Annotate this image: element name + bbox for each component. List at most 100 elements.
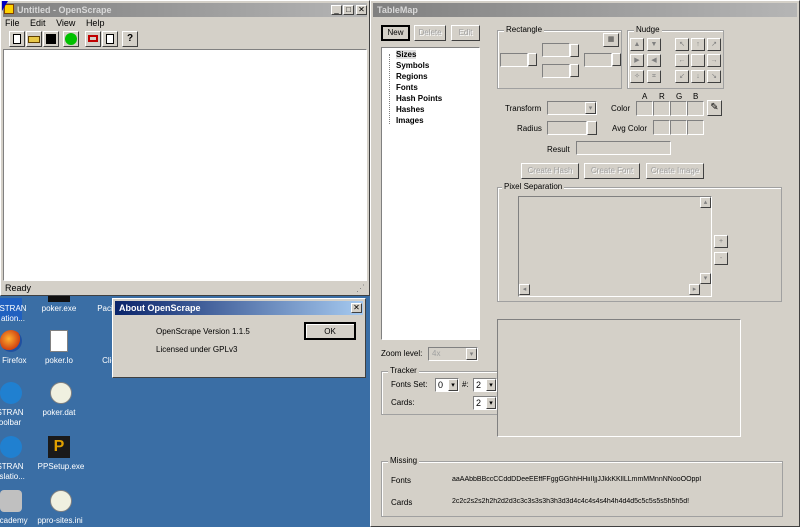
status-bar: Ready ⋰ (3, 282, 367, 295)
tree-item-regions[interactable]: Regions (396, 72, 428, 81)
edit-button[interactable]: Edit (451, 25, 480, 41)
create-image-button[interactable]: Create Image (646, 163, 704, 179)
minus-icon[interactable]: - (714, 252, 728, 265)
avg-color-r-field (653, 120, 670, 135)
create-font-button[interactable]: Create Font (584, 163, 640, 179)
arrow-document-icon[interactable] (102, 31, 118, 47)
nudge-grow-icon[interactable]: ✧ (630, 70, 644, 83)
about-close-button[interactable]: ✕ (351, 303, 362, 313)
fonts-set-select[interactable]: 0 ▾ (435, 378, 459, 392)
minimize-button[interactable]: _ (331, 5, 342, 15)
create-hash-button[interactable]: Create Hash (521, 163, 579, 179)
zoom-select[interactable]: 4x ▾ (428, 347, 478, 361)
tablemap-titlebar[interactable]: TableMap (373, 3, 797, 17)
scroll-up-icon[interactable]: ▴ (700, 197, 711, 208)
nudge-up-icon[interactable]: ▲ (630, 38, 644, 51)
window-title: Untitled - OpenScrape (17, 5, 112, 15)
hash-select[interactable]: 2 ▾ (473, 378, 497, 392)
scroll-down-icon[interactable]: ▾ (700, 273, 711, 284)
about-ok-button[interactable]: OK (304, 322, 356, 340)
keyboard-icon[interactable]: ▦ (603, 33, 619, 47)
fonts-set-value: 0 (438, 380, 444, 390)
desktop-label: STRAN oolbar (0, 408, 24, 427)
green-circle-icon[interactable] (63, 31, 79, 47)
tree-item-fonts[interactable]: Fonts (396, 83, 418, 92)
save-disk-icon[interactable] (43, 31, 59, 47)
ppsetup-icon[interactable]: P (48, 436, 70, 458)
scroll-left-icon[interactable]: ◂ (519, 284, 530, 295)
desktop-label: poker.exe (41, 304, 77, 313)
spin-icon[interactable] (570, 44, 579, 57)
desktop-label: poker.lo (44, 356, 74, 365)
missing-label: Missing (388, 456, 420, 465)
rect-left-field[interactable] (500, 53, 528, 67)
nudge-right-icon[interactable]: → (707, 54, 721, 67)
desktop-label: ppro-sites.ini (37, 516, 83, 525)
nudge-left-icon[interactable]: ← (675, 54, 689, 67)
spin-icon[interactable] (570, 64, 579, 77)
nudge-shrink-icon[interactable]: ⌗ (647, 70, 661, 83)
pixel-separation-group: Pixel Separation ▴ ▾ ◂ ▸ + - (497, 182, 782, 302)
radius-field[interactable] (547, 121, 587, 135)
canvas-area[interactable] (3, 49, 367, 281)
new-file-icon[interactable] (9, 31, 25, 47)
tree-item-hash-points[interactable]: Hash Points (396, 94, 442, 103)
spin-icon[interactable] (528, 53, 537, 66)
color-r-field[interactable] (653, 101, 670, 116)
nudge-left-icon[interactable]: ◀ (647, 54, 661, 67)
red-rectangle-icon[interactable] (85, 31, 101, 47)
openscrape-titlebar[interactable]: Untitled - OpenScrape (3, 3, 367, 17)
sites-ini-file-icon[interactable] (50, 490, 72, 512)
nudge-down-left-icon[interactable]: ↙ (675, 70, 689, 83)
color-g-field[interactable] (670, 101, 687, 116)
nudge-right-icon[interactable]: ▶ (630, 54, 644, 67)
tree-item-sizes[interactable]: Sizes (396, 50, 417, 59)
pixel-separation-view[interactable]: ▴ ▾ ◂ ▸ (518, 196, 712, 297)
cards-select[interactable]: 2 ▾ (473, 396, 497, 410)
nudge-up-left-icon[interactable]: ↖ (675, 38, 689, 51)
toolbar-installer-icon[interactable] (0, 382, 22, 404)
tree-item-symbols[interactable]: Symbols (396, 61, 429, 70)
open-folder-icon[interactable] (26, 31, 42, 47)
close-button[interactable]: ✕ (356, 5, 367, 15)
firefox-icon[interactable] (0, 330, 22, 352)
maximize-button[interactable]: □ (343, 5, 354, 15)
desktop-icon-poker-exe[interactable] (48, 296, 70, 302)
menu-edit[interactable]: Edit (30, 18, 46, 28)
transform-select[interactable]: ▾ (547, 101, 597, 115)
nudge-up-icon[interactable]: ↑ (691, 38, 705, 51)
tree-view[interactable]: Sizes Symbols Regions Fonts Hash Points … (381, 47, 480, 340)
color-a-field[interactable] (636, 101, 653, 116)
nudge-center-icon[interactable] (691, 54, 705, 67)
nudge-down-right-icon[interactable]: ↘ (707, 70, 721, 83)
plus-icon[interactable]: + (714, 235, 728, 248)
resize-grip-icon[interactable]: ⋰ (356, 283, 365, 294)
delete-button[interactable]: Delete (414, 25, 446, 41)
rect-bottom-field[interactable] (542, 64, 570, 78)
eyedropper-icon[interactable]: ✎ (707, 100, 722, 116)
new-button[interactable]: New (381, 25, 410, 41)
menu-view[interactable]: View (56, 18, 75, 28)
spin-icon[interactable] (612, 53, 621, 66)
academy-icon[interactable] (0, 490, 22, 512)
rect-right-field[interactable] (584, 53, 612, 67)
desktop-label: Academy (0, 516, 28, 525)
nudge-group: Nudge ▲ ▼ ▶ ◀ ✧ ⌗ ↖ ↑ ↗ ← → ↙ ↓ ↘ (627, 25, 724, 89)
nudge-down-icon[interactable]: ▼ (647, 38, 661, 51)
spin-icon[interactable] (587, 121, 597, 135)
tree-item-hashes[interactable]: Hashes (396, 105, 424, 114)
menu-file[interactable]: File (5, 18, 20, 28)
nudge-down-icon[interactable]: ↓ (691, 70, 705, 83)
poker-log-file-icon[interactable] (50, 330, 68, 352)
scroll-right-icon[interactable]: ▸ (689, 284, 700, 295)
rect-top-field[interactable] (542, 43, 570, 57)
tree-item-images[interactable]: Images (396, 116, 424, 125)
about-titlebar[interactable]: About OpenScrape (115, 301, 363, 315)
menu-help[interactable]: Help (86, 18, 105, 28)
poker-dat-file-icon[interactable] (50, 382, 72, 404)
translation-installer-icon[interactable] (0, 436, 22, 458)
nudge-up-right-icon[interactable]: ↗ (707, 38, 721, 51)
color-b-field[interactable] (687, 101, 704, 116)
chevron-down-icon: ▾ (486, 379, 496, 391)
help-icon[interactable]: ? (122, 31, 138, 47)
